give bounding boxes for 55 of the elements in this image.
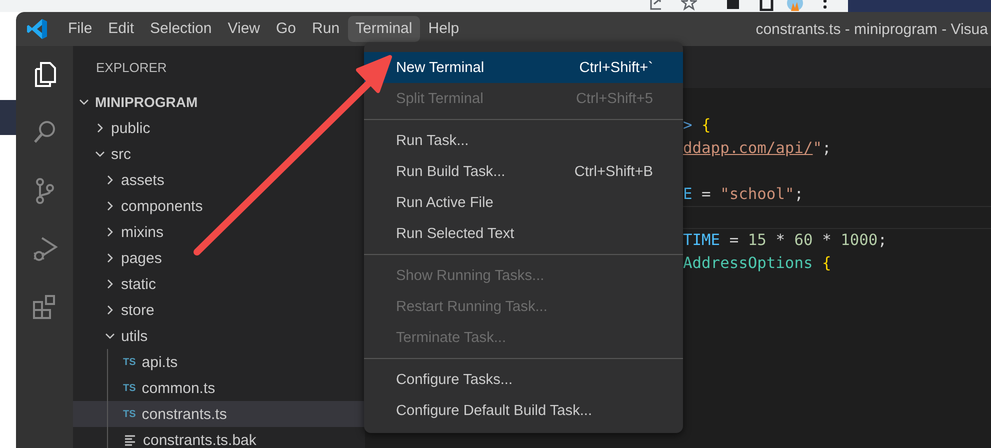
menu-item-label: Run Build Task... [396, 164, 506, 180]
tree-item[interactable]: store [73, 297, 365, 323]
tree-item[interactable]: TS common.ts [73, 375, 365, 401]
menu-item-label: Split Terminal [396, 90, 484, 106]
menu-item[interactable]: Terminal [348, 16, 420, 42]
menu-item-label: Configure Tasks... [396, 372, 513, 388]
menu-item-label: Show Running Tasks... [396, 268, 544, 284]
code-line: > { [683, 116, 711, 134]
tree-item[interactable]: mixins [73, 219, 365, 245]
menu-item[interactable]: Run Build Task... Ctrl+Shift+B [364, 156, 683, 187]
tree-item[interactable]: pages [73, 245, 365, 271]
window-title: constrants.ts - miniprogram - Visua [756, 20, 989, 38]
tree-item[interactable]: src [73, 141, 365, 167]
file-type-label: TS [123, 382, 136, 394]
menu-item[interactable]: View [220, 16, 268, 42]
menu-item[interactable]: Configure Default Build Task... [364, 395, 683, 426]
menu-item[interactable]: New Terminal Ctrl+Shift+` [364, 52, 683, 83]
menu-item[interactable]: Go [268, 16, 304, 42]
menu-item[interactable]: Run Selected Text [364, 218, 683, 249]
tree-item[interactable]: components [73, 193, 365, 219]
tree-item[interactable]: assets [73, 167, 365, 193]
menu-item-label: Configure Default Build Task... [396, 402, 592, 418]
menu-item[interactable]: File [60, 16, 100, 42]
menu-item[interactable]: Selection [142, 16, 220, 42]
tree-item[interactable]: public [73, 115, 365, 141]
menu-item[interactable]: Run Task... [364, 125, 683, 156]
menu-item[interactable]: Run Active File [364, 187, 683, 218]
file-type-label: TS [123, 356, 136, 368]
tree-item[interactable]: utils [73, 323, 365, 349]
menu-item-label: Run Selected Text [396, 226, 514, 242]
menu-item[interactable]: Configure Tasks... [364, 364, 683, 395]
file-type-label: TS [123, 408, 136, 420]
text-file-icon [123, 434, 137, 446]
code-line: AddressOptions { [683, 254, 832, 272]
code-line: ddapp.com/api/"; [683, 139, 832, 157]
shortcut-label: Ctrl+Shift+B [574, 164, 653, 180]
menu-item[interactable]: Edit [100, 16, 142, 42]
menu-item-label: Terminate Task... [396, 330, 506, 346]
menu-item-label: Run Task... [396, 132, 469, 148]
tree-item[interactable]: TS constrants.ts [73, 401, 365, 427]
tree-item[interactable]: static [73, 271, 365, 297]
menu-item-label: Run Active File [396, 194, 494, 210]
tree-item[interactable]: constrants.ts.bak [73, 427, 365, 448]
code-line: E = "school"; [683, 185, 804, 203]
tree-item[interactable]: TS api.ts [73, 349, 365, 375]
code-line: TIME = 15 * 60 * 1000; [683, 231, 887, 249]
shortcut-label: Ctrl+Shift+` [579, 60, 653, 76]
shortcut-label: Ctrl+Shift+5 [576, 90, 653, 106]
app-logo-icon [26, 18, 48, 40]
folder-header[interactable]: MINIPROGRAM [73, 89, 365, 115]
menu-item-label: Restart Running Task... [396, 298, 548, 314]
menu-item-label: New Terminal [396, 60, 484, 76]
panel-title: EXPLORER [95, 59, 168, 77]
menu-item[interactable]: Run [304, 16, 348, 42]
menu-item[interactable]: Help [420, 16, 468, 42]
